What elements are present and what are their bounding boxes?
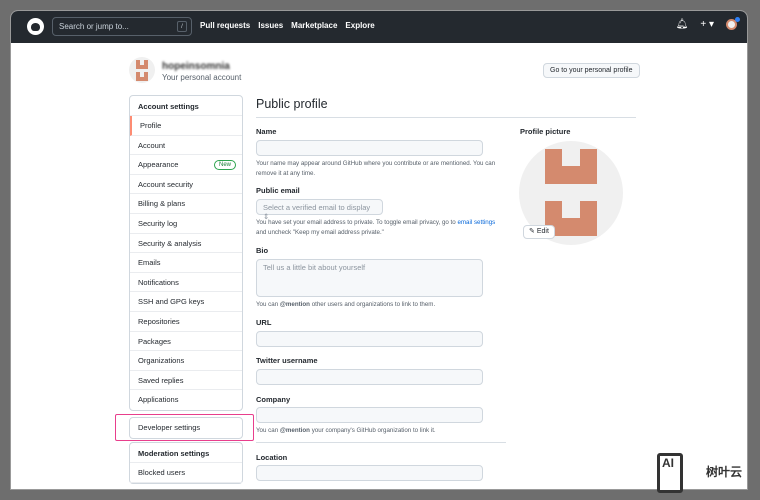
nav-issues[interactable]: Issues <box>258 21 283 30</box>
url-input[interactable] <box>256 331 483 347</box>
bio-textarea[interactable]: Tell us a little bit about yourself <box>256 259 483 297</box>
top-nav: Search or jump to... / Pull requests Issu… <box>11 11 747 43</box>
go-to-profile-button[interactable]: Go to your personal profile <box>543 63 640 78</box>
company-note: You can @mention your company's GitHub o… <box>256 426 496 436</box>
sidebar-item-security-log[interactable]: Security log <box>130 214 242 234</box>
create-new-button[interactable]: + ▾ <box>700 19 714 30</box>
sidebar-item-appearance[interactable]: Appearance New <box>130 155 242 175</box>
public-email-select[interactable]: Select a verified email to display ⇕ <box>256 199 383 221</box>
new-badge: New <box>213 160 236 171</box>
sidebar-item-organizations[interactable]: Organizations <box>130 351 242 371</box>
sidebar-item-notifications[interactable]: Notifications <box>130 273 242 293</box>
search-placeholder: Search or jump to... <box>59 22 129 31</box>
public-email-label: Public email <box>256 186 300 195</box>
user-avatar-menu[interactable] <box>726 17 740 30</box>
sidebar-item-saved-replies[interactable]: Saved replies <box>130 371 242 391</box>
sidebar-item-emails[interactable]: Emails <box>130 253 242 273</box>
bio-note: You can @mention other users and organiz… <box>256 300 496 310</box>
sidebar-item-account[interactable]: Account <box>130 136 242 156</box>
watermark-logo: AI <box>657 453 683 493</box>
location-label: Location <box>256 453 288 462</box>
sidebar-item-applications[interactable]: Applications <box>130 390 242 410</box>
url-label: URL <box>256 318 272 327</box>
settings-sidebar: Account settings Profile Account Appeara… <box>129 95 243 411</box>
page-title: Public profile <box>256 97 328 111</box>
bio-label: Bio <box>256 246 269 255</box>
sidebar-item-repositories[interactable]: Repositories <box>130 312 242 332</box>
sidebar-item-label: Appearance <box>138 160 179 170</box>
sidebar-item-packages[interactable]: Packages <box>130 332 242 352</box>
edit-label: Edit <box>536 228 549 235</box>
sidebar-item-account-security[interactable]: Account security <box>130 175 242 195</box>
sidebar-item-ssh-gpg[interactable]: SSH and GPG keys <box>130 292 242 312</box>
nav-pull-requests[interactable]: Pull requests <box>200 21 250 30</box>
sidebar-header: Account settings <box>130 96 242 116</box>
moderation-sidebar: Moderation settings Blocked users <box>129 442 243 484</box>
nav-marketplace[interactable]: Marketplace <box>291 21 337 30</box>
location-input[interactable] <box>256 465 483 481</box>
note-text: You can <box>256 427 280 434</box>
name-label: Name <box>256 127 277 136</box>
sidebar-item-billing[interactable]: Billing & plans <box>130 194 242 214</box>
note-text: You have set your email address to priva… <box>256 219 458 226</box>
mention-text: @mention <box>279 301 310 308</box>
search-input[interactable]: Search or jump to... / <box>52 17 192 36</box>
email-settings-link[interactable]: email settings <box>457 219 495 226</box>
moderation-header: Moderation settings <box>130 443 242 463</box>
divider <box>256 117 636 118</box>
company-label: Company <box>256 395 291 404</box>
name-note: Your name may appear around GitHub where… <box>256 160 496 177</box>
slash-key-hint: / <box>177 21 187 32</box>
sidebar-item-profile[interactable]: Profile <box>130 116 242 136</box>
divider <box>256 442 506 443</box>
browser-window: Search or jump to... / Pull requests Issu… <box>10 10 748 490</box>
pencil-icon: ✎ <box>529 228 535 235</box>
sidebar-item-security-analysis[interactable]: Security & analysis <box>130 234 242 254</box>
nav-explore[interactable]: Explore <box>345 21 374 30</box>
note-text: You can <box>256 301 280 308</box>
sidebar-item-blocked-users[interactable]: Blocked users <box>130 463 242 483</box>
watermark-text: 树叶云 <box>706 465 743 479</box>
name-input[interactable] <box>256 140 483 156</box>
note-text: your company's GitHub organization to li… <box>309 427 436 434</box>
bell-icon[interactable]: 🔔︎ <box>676 19 689 30</box>
account-subtitle: Your personal account <box>162 73 242 82</box>
username: hopeinsomnia <box>162 61 230 72</box>
mention-text: @mention <box>279 427 310 434</box>
email-note: You have set your email address to priva… <box>256 218 496 237</box>
note-text: other users and organizations to link to… <box>309 301 436 308</box>
note-text: and uncheck "Keep my email address priva… <box>256 228 384 236</box>
edit-picture-button[interactable]: ✎ Edit <box>523 225 555 239</box>
company-input[interactable] <box>256 407 483 423</box>
github-logo-icon[interactable] <box>27 18 44 35</box>
highlight-box <box>115 414 254 441</box>
twitter-label: Twitter username <box>256 356 318 365</box>
user-avatar <box>129 57 155 83</box>
profile-picture-label: Profile picture <box>520 127 571 136</box>
twitter-input[interactable] <box>256 369 483 385</box>
